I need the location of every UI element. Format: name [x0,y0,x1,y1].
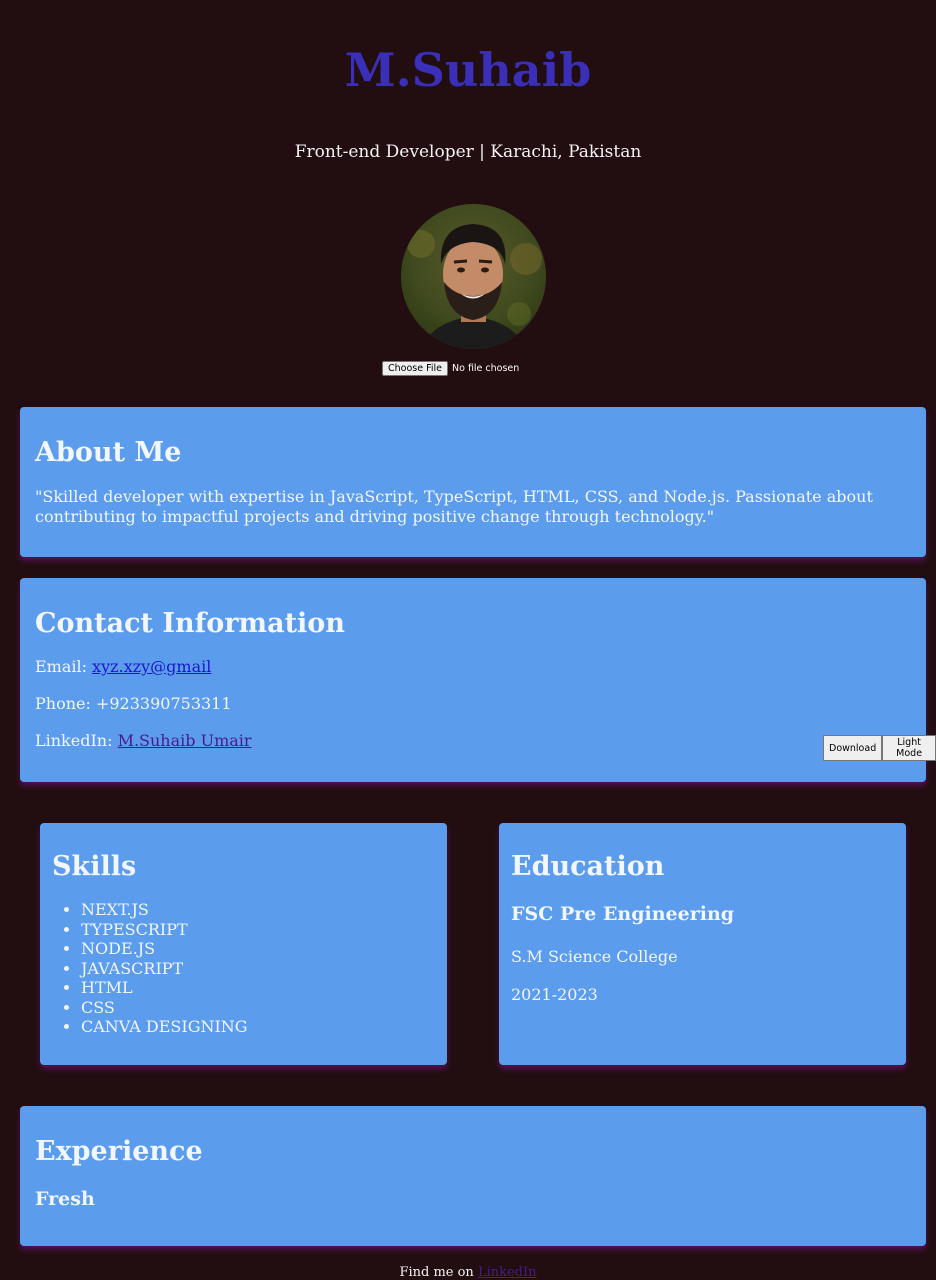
experience-title: Experience [35,1136,203,1167]
list-item: TYPESCRIPT [81,920,248,940]
phone-value: +923390753311 [95,694,232,713]
portrait-photo-icon [401,204,546,349]
light-mode-button[interactable]: Light Mode [882,735,936,761]
tagline: Front-end Developer | Karachi, Pakistan [294,142,642,162]
list-item: JAVASCRIPT [81,959,248,979]
file-upload: Choose File No file chosen [382,361,519,376]
linkedin-link[interactable]: M.Suhaib Umair [118,731,252,750]
choose-file-button[interactable]: Choose File [382,361,448,376]
education-years: 2021-2023 [511,985,598,1004]
contact-title: Contact Information [35,608,345,639]
footer: Find me on LinkedIn [0,1265,936,1280]
contact-card: Contact Information Email: xyz.xzy@gmail… [20,578,926,782]
list-item: CANVA DESIGNING [81,1017,248,1037]
linkedin-row: LinkedIn: M.Suhaib Umair [35,731,252,750]
list-item: HTML [81,978,248,998]
education-degree: FSC Pre Engineering [511,903,735,925]
avatar [401,204,546,349]
phone-row: Phone: +923390753311 [35,694,232,713]
list-item: NODE.JS [81,939,248,959]
education-title: Education [511,851,665,882]
email-link[interactable]: xyz.xzy@gmail [92,657,211,676]
skills-card: Skills NEXT.JS TYPESCRIPT NODE.JS JAVASC… [40,823,447,1065]
skills-list: NEXT.JS TYPESCRIPT NODE.JS JAVASCRIPT HT… [52,900,248,1037]
about-card: About Me "Skilled developer with experti… [20,407,926,557]
list-item: CSS [81,998,248,1018]
footer-text: Find me on [399,1265,474,1280]
list-item: NEXT.JS [81,900,248,920]
file-status: No file chosen [452,363,520,374]
email-label: Email: [35,657,88,676]
experience-card: Experience Fresh [20,1106,926,1246]
phone-label: Phone: [35,694,91,713]
experience-level: Fresh [35,1188,95,1210]
footer-linkedin-link[interactable]: LinkedIn [478,1265,537,1280]
linkedin-label: LinkedIn: [35,731,113,750]
education-school: S.M Science College [511,947,678,966]
skills-title: Skills [52,851,137,882]
education-card: Education FSC Pre Engineering S.M Scienc… [499,823,906,1065]
email-row: Email: xyz.xzy@gmail [35,657,211,676]
page-title: M.Suhaib [344,43,592,97]
action-buttons: Download Light Mode [823,735,936,761]
download-button[interactable]: Download [823,735,883,761]
about-text: "Skilled developer with expertise in Jav… [35,487,873,526]
about-title: About Me [35,437,182,468]
